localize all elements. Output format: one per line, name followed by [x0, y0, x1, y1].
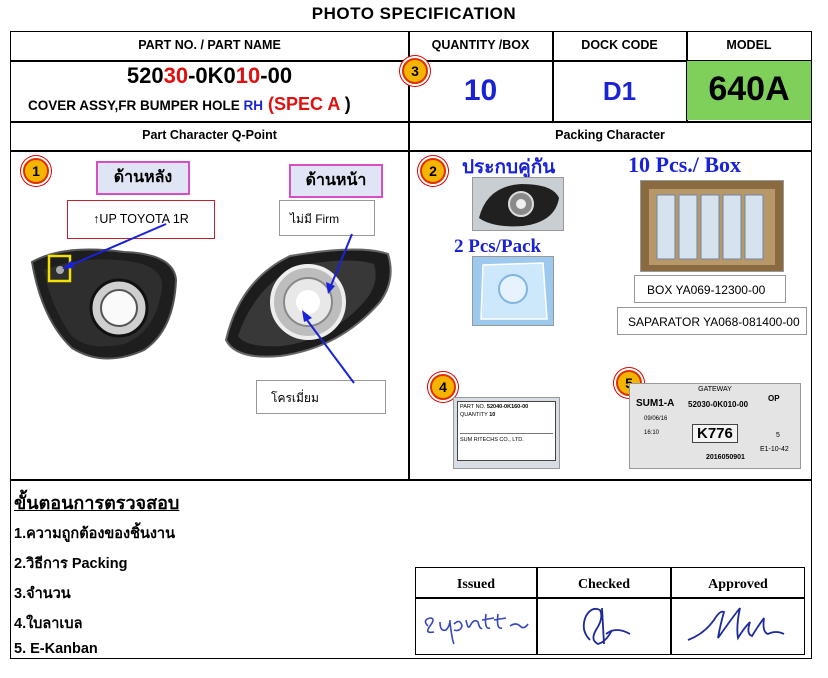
dock-code-value: D1 [602, 76, 637, 106]
dock-code-header: DOCK CODE [581, 38, 658, 52]
kanban-part-no: 52030-0K010-00 [688, 400, 749, 409]
kanban-location: E1-10-42 [760, 446, 789, 453]
issued-header: Issued [456, 577, 496, 592]
kanban-date: 09/06/16 [644, 416, 668, 422]
kanban-card-photo: GATEWAY SUM1-A OP 52030-0K010-00 09/06/1… [629, 383, 801, 469]
label-company: SUM RITECHS CO., LTD. [460, 433, 553, 444]
approved-header: Approved [708, 577, 768, 592]
back-side-label: ด้านหลัง [96, 161, 190, 195]
q-point-section-title: Part Character Q-Point [142, 128, 277, 142]
quantity-header: QUANTITY /BOX [431, 38, 530, 52]
kanban-time: 16:10 [644, 430, 660, 436]
approved-signature [687, 607, 785, 641]
box-code-note: BOX YA069-12300-00 [634, 275, 786, 303]
pcs-per-pack-label: 2 Pcs/Pack [454, 236, 542, 257]
up-arrow-pointer-icon [62, 223, 167, 269]
issued-signature [424, 613, 529, 645]
kanban-code: K776 [692, 424, 738, 443]
separator-note: SAPARATOR YA068-081400-00 [617, 307, 807, 335]
badge-1: 1 [23, 158, 49, 184]
kanban-op: OP [768, 394, 780, 403]
step-item-1: 1.ความถูกต้องของชิ้นงาน [14, 526, 175, 542]
box-photo [640, 180, 784, 272]
step-item-4: 4.ใบลาเบล [14, 616, 83, 632]
checked-header: Checked [577, 577, 631, 592]
label-part-no-label: PART NO. [460, 404, 486, 410]
front-side-label: ด้านหน้า [289, 164, 383, 198]
label-qty: 10 [489, 412, 496, 418]
kanban-sum: SUM1-A [636, 398, 675, 409]
step-item-2: 2.วิธีการ Packing [14, 556, 128, 572]
packing-section-title: Packing Character [555, 128, 665, 142]
step-item-3: 3.จำนวน [14, 586, 71, 602]
note-pointer-lines-icon [302, 233, 355, 384]
part-name: COVER ASSY,FR BUMPER HOLE RH (SPEC A ) [28, 94, 351, 114]
label-card-photo: PART NO. 52040-0K160-00 QUANTITY 10 SUM … [453, 397, 560, 469]
label-qty-label: QUANTITY [460, 412, 488, 418]
label-part-no: 52040-0K160-00 [486, 404, 529, 410]
pack-bag-photo [472, 256, 554, 326]
step-item-5: 5. E-Kanban [14, 641, 98, 657]
quantity-value: 10 [463, 74, 498, 107]
badge-2: 2 [420, 158, 446, 184]
pcs-per-box-label: 10 Pcs./ Box [628, 152, 742, 177]
badge-3: 3 [402, 58, 428, 84]
part-no-header: PART NO. / PART NAME [138, 38, 281, 52]
checked-signature [582, 607, 631, 645]
kanban-gateway: GATEWAY [698, 386, 732, 393]
kanban-qty: 5 [776, 432, 780, 439]
paired-parts-photo [472, 177, 564, 231]
model-value: 640A [708, 70, 790, 108]
part-number: 52030-0K010-00 [126, 63, 293, 88]
kanban-serial: 2016050901 [706, 454, 745, 461]
model-header: MODEL [726, 38, 772, 52]
inspection-steps-heading: ขั้นตอนการตรวจสอบ [14, 493, 180, 513]
page-title: PHOTO SPECIFICATION [311, 4, 517, 23]
